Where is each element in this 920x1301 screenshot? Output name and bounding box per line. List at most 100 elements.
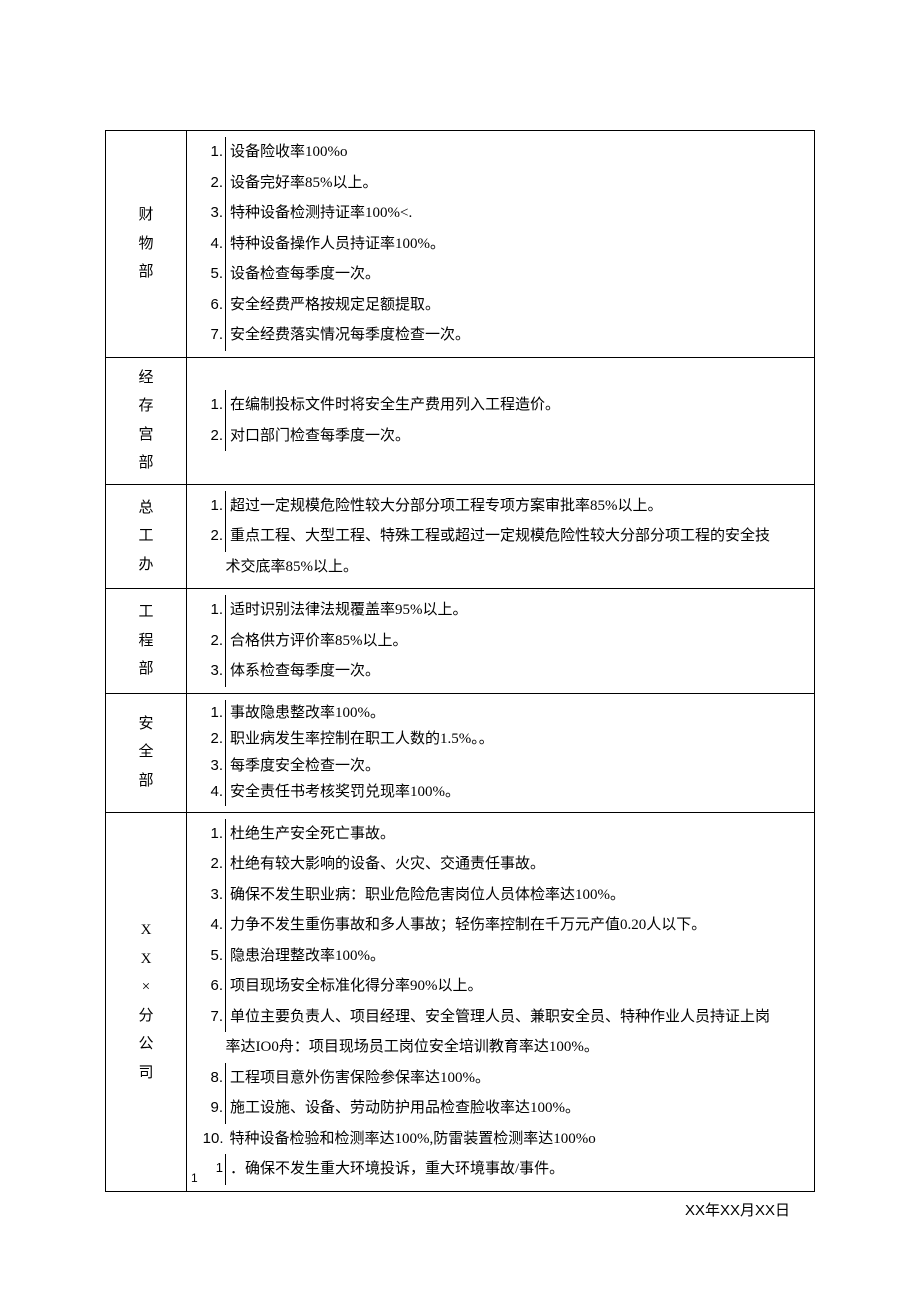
list-item: 4.特种设备操作人员持证率100%。 xyxy=(193,229,808,260)
dept-char: 部 xyxy=(112,449,180,478)
list-item: 1.适时识别法律法规覆盖率95%以上。 xyxy=(193,595,808,626)
item-number: 3. xyxy=(193,753,226,780)
item-text-cont: 率达IO0舟：项目现场员工岗位安全培训教育率达100%。 xyxy=(226,1032,809,1063)
list-item: 10.特种设备检验和检测率达100%,防雷装置检测率达100%o xyxy=(193,1124,808,1155)
item-number: 6. xyxy=(193,971,226,1002)
list-item: 9.施工设施、设备、劳动防护用品检查脸收率达100%。 xyxy=(193,1093,808,1124)
dept-char: 安 xyxy=(112,710,180,739)
item-text: 特种设备检测持证率100%<. xyxy=(226,198,809,229)
item-text: 施工设施、设备、劳动防护用品检查脸收率达100%。 xyxy=(226,1093,809,1124)
item-number: 1. xyxy=(193,595,226,626)
list-item: 1.杜绝生产安全死亡事故。 xyxy=(193,819,808,850)
item-number: 5. xyxy=(193,941,226,972)
list-item: 4.安全责任书考核奖罚兑现率100%。 xyxy=(193,779,808,806)
item-text: 设备险收率100%o xyxy=(226,137,809,168)
item-text: ．确保不发生重大环境投诉，重大环境事故/事件。 xyxy=(226,1154,809,1185)
table-row: 财物部1.设备险收率100%o2.设备完好率85%以上。3.特种设备检测持证率1… xyxy=(106,131,815,358)
item-number: 7. xyxy=(193,1002,226,1033)
item-text: 安全责任书考核奖罚兑现率100%。 xyxy=(226,779,809,806)
dept-char: X xyxy=(112,945,180,974)
item-number: 4. xyxy=(193,229,226,260)
item-text: 项目现场安全标准化得分率90%以上。 xyxy=(226,971,809,1002)
item-list: 1.杜绝生产安全死亡事故。2.杜绝有较大影响的设备、火灾、交通责任事故。3.确保… xyxy=(193,819,808,1185)
item-number: 2. xyxy=(193,626,226,657)
item-number: 9. xyxy=(193,1093,226,1124)
item-number: 2. xyxy=(193,521,226,552)
document-page: 财物部1.设备险收率100%o2.设备完好率85%以上。3.特种设备检测持证率1… xyxy=(0,0,920,1301)
dept-char: 财 xyxy=(112,201,180,230)
list-item: 3.确保不发生职业病：职业危险危害岗位人员体检率达100%。 xyxy=(193,880,808,911)
item-text: 体系检查每季度一次。 xyxy=(226,656,809,687)
list-item: 2.职业病发生率控制在职工人数的1.5%。。 xyxy=(193,726,808,753)
item-number: 1. xyxy=(193,390,226,421)
list-item: 1.超过一定规模危险性较大分部分项工程专项方案审批率85%以上。 xyxy=(193,491,808,522)
item-text: 设备完好率85%以上。 xyxy=(226,168,809,199)
item-number: 6. xyxy=(193,290,226,321)
list-item: 5.设备检查每季度一次。 xyxy=(193,259,808,290)
item-text: 确保不发生职业病：职业危险危害岗位人员体检率达100%。 xyxy=(226,880,809,911)
item-number: 2. xyxy=(193,421,226,452)
content-cell: 1.事故隐患整改率100%。2.职业病发生率控制在职工人数的1.5%。。3.每季… xyxy=(187,693,815,812)
dept-cell: XX×分公司 xyxy=(106,812,187,1191)
list-item: 6.安全经费严格按规定足额提取。 xyxy=(193,290,808,321)
dept-char: 全 xyxy=(112,738,180,767)
list-item: 7.单位主要负责人、项目经理、安全管理人员、兼职安全员、特种作业人员持证上岗 xyxy=(193,1002,808,1033)
dept-char: 物 xyxy=(112,230,180,259)
item-list: 1.设备险收率100%o2.设备完好率85%以上。3.特种设备检测持证率100%… xyxy=(193,137,808,351)
list-item: 2.杜绝有较大影响的设备、火灾、交通责任事故。 xyxy=(193,849,808,880)
list-item: 2.合格供方评价率85%以上。 xyxy=(193,626,808,657)
item-text: 事故隐患整改率100%。 xyxy=(226,700,809,727)
item-text: 隐患治理整改率100%。 xyxy=(226,941,809,972)
item-number: 1. xyxy=(193,819,226,850)
item-number: 4. xyxy=(193,779,226,806)
list-item: 2.设备完好率85%以上。 xyxy=(193,168,808,199)
dept-char: 经 xyxy=(112,364,180,393)
dept-cell: 经存宫部 xyxy=(106,357,187,484)
item-text: 对口部门检查每季度一次。 xyxy=(226,421,809,452)
item-list: 1.超过一定规模危险性较大分部分项工程专项方案审批率85%以上。2.重点工程、大… xyxy=(193,491,808,583)
list-item: 2.重点工程、大型工程、特殊工程或超过一定规模危险性较大分部分项工程的安全技 xyxy=(193,521,808,552)
dept-char: 宫 xyxy=(112,421,180,450)
dept-char: 公 xyxy=(112,1030,180,1059)
table-row: XX×分公司11.杜绝生产安全死亡事故。2.杜绝有较大影响的设备、火灾、交通责任… xyxy=(106,812,815,1191)
item-text: 安全经费严格按规定足额提取。 xyxy=(226,290,809,321)
footnote-marker: 1 xyxy=(191,1169,198,1187)
item-text-cont: 术交底率85%以上。 xyxy=(226,552,809,583)
list-item: 5.隐患治理整改率100%。 xyxy=(193,941,808,972)
item-number: 3. xyxy=(193,880,226,911)
list-item: 3.体系检查每季度一次。 xyxy=(193,656,808,687)
item-text: 杜绝有较大影响的设备、火灾、交通责任事故。 xyxy=(226,849,809,880)
list-item: 1.在编制投标文件时将安全生产费用列入工程造价。 xyxy=(193,390,808,421)
item-number: 1. xyxy=(193,491,226,522)
dept-char: X xyxy=(112,916,180,945)
item-text: 重点工程、大型工程、特殊工程或超过一定规模危险性较大分部分项工程的安全技 xyxy=(226,521,809,552)
content-cell: 1.适时识别法律法规覆盖率95%以上。2.合格供方评价率85%以上。3.体系检查… xyxy=(187,589,815,694)
list-item: 7.安全经费落实情况每季度检查一次。 xyxy=(193,320,808,351)
item-text: 职业病发生率控制在职工人数的1.5%。。 xyxy=(226,726,809,753)
item-number: 2. xyxy=(193,726,226,753)
item-number: 5. xyxy=(193,259,226,290)
dept-char: 总 xyxy=(112,494,180,523)
item-text: 安全经费落实情况每季度检查一次。 xyxy=(226,320,809,351)
list-item-cont: 率达IO0舟：项目现场员工岗位安全培训教育率达100%。 xyxy=(193,1032,808,1063)
dept-char: 司 xyxy=(112,1059,180,1088)
item-text: 单位主要负责人、项目经理、安全管理人员、兼职安全员、特种作业人员持证上岗 xyxy=(226,1002,809,1033)
content-cell: 1.设备险收率100%o2.设备完好率85%以上。3.特种设备检测持证率100%… xyxy=(187,131,815,358)
content-cell: 1.超过一定规模危险性较大分部分项工程专项方案审批率85%以上。2.重点工程、大… xyxy=(187,484,815,589)
dept-cell: 总工办 xyxy=(106,484,187,589)
main-table: 财物部1.设备险收率100%o2.设备完好率85%以上。3.特种设备检测持证率1… xyxy=(105,130,815,1192)
item-number: 4. xyxy=(193,910,226,941)
dept-char: 程 xyxy=(112,627,180,656)
dept-cell: 安全部 xyxy=(106,693,187,812)
item-text: 工程项目意外伤害保险参保率达100%。 xyxy=(226,1063,809,1094)
list-item: 2.对口部门检查每季度一次。 xyxy=(193,421,808,452)
item-text: 特种设备检验和检测率达100%,防雷装置检测率达100%o xyxy=(226,1124,809,1155)
table-row: 工程部1.适时识别法律法规覆盖率95%以上。2.合格供方评价率85%以上。3.体… xyxy=(106,589,815,694)
list-item: 8.工程项目意外伤害保险参保率达100%。 xyxy=(193,1063,808,1094)
item-text: 每季度安全检查一次。 xyxy=(226,753,809,780)
dept-cell: 财物部 xyxy=(106,131,187,358)
item-number: 1. xyxy=(193,700,226,727)
item-number: 3. xyxy=(193,198,226,229)
content-cell: 1.在编制投标文件时将安全生产费用列入工程造价。2.对口部门检查每季度一次。 xyxy=(187,357,815,484)
item-text: 力争不发生重伤事故和多人事故；轻伤率控制在千万元产值0.20人以下。 xyxy=(226,910,809,941)
